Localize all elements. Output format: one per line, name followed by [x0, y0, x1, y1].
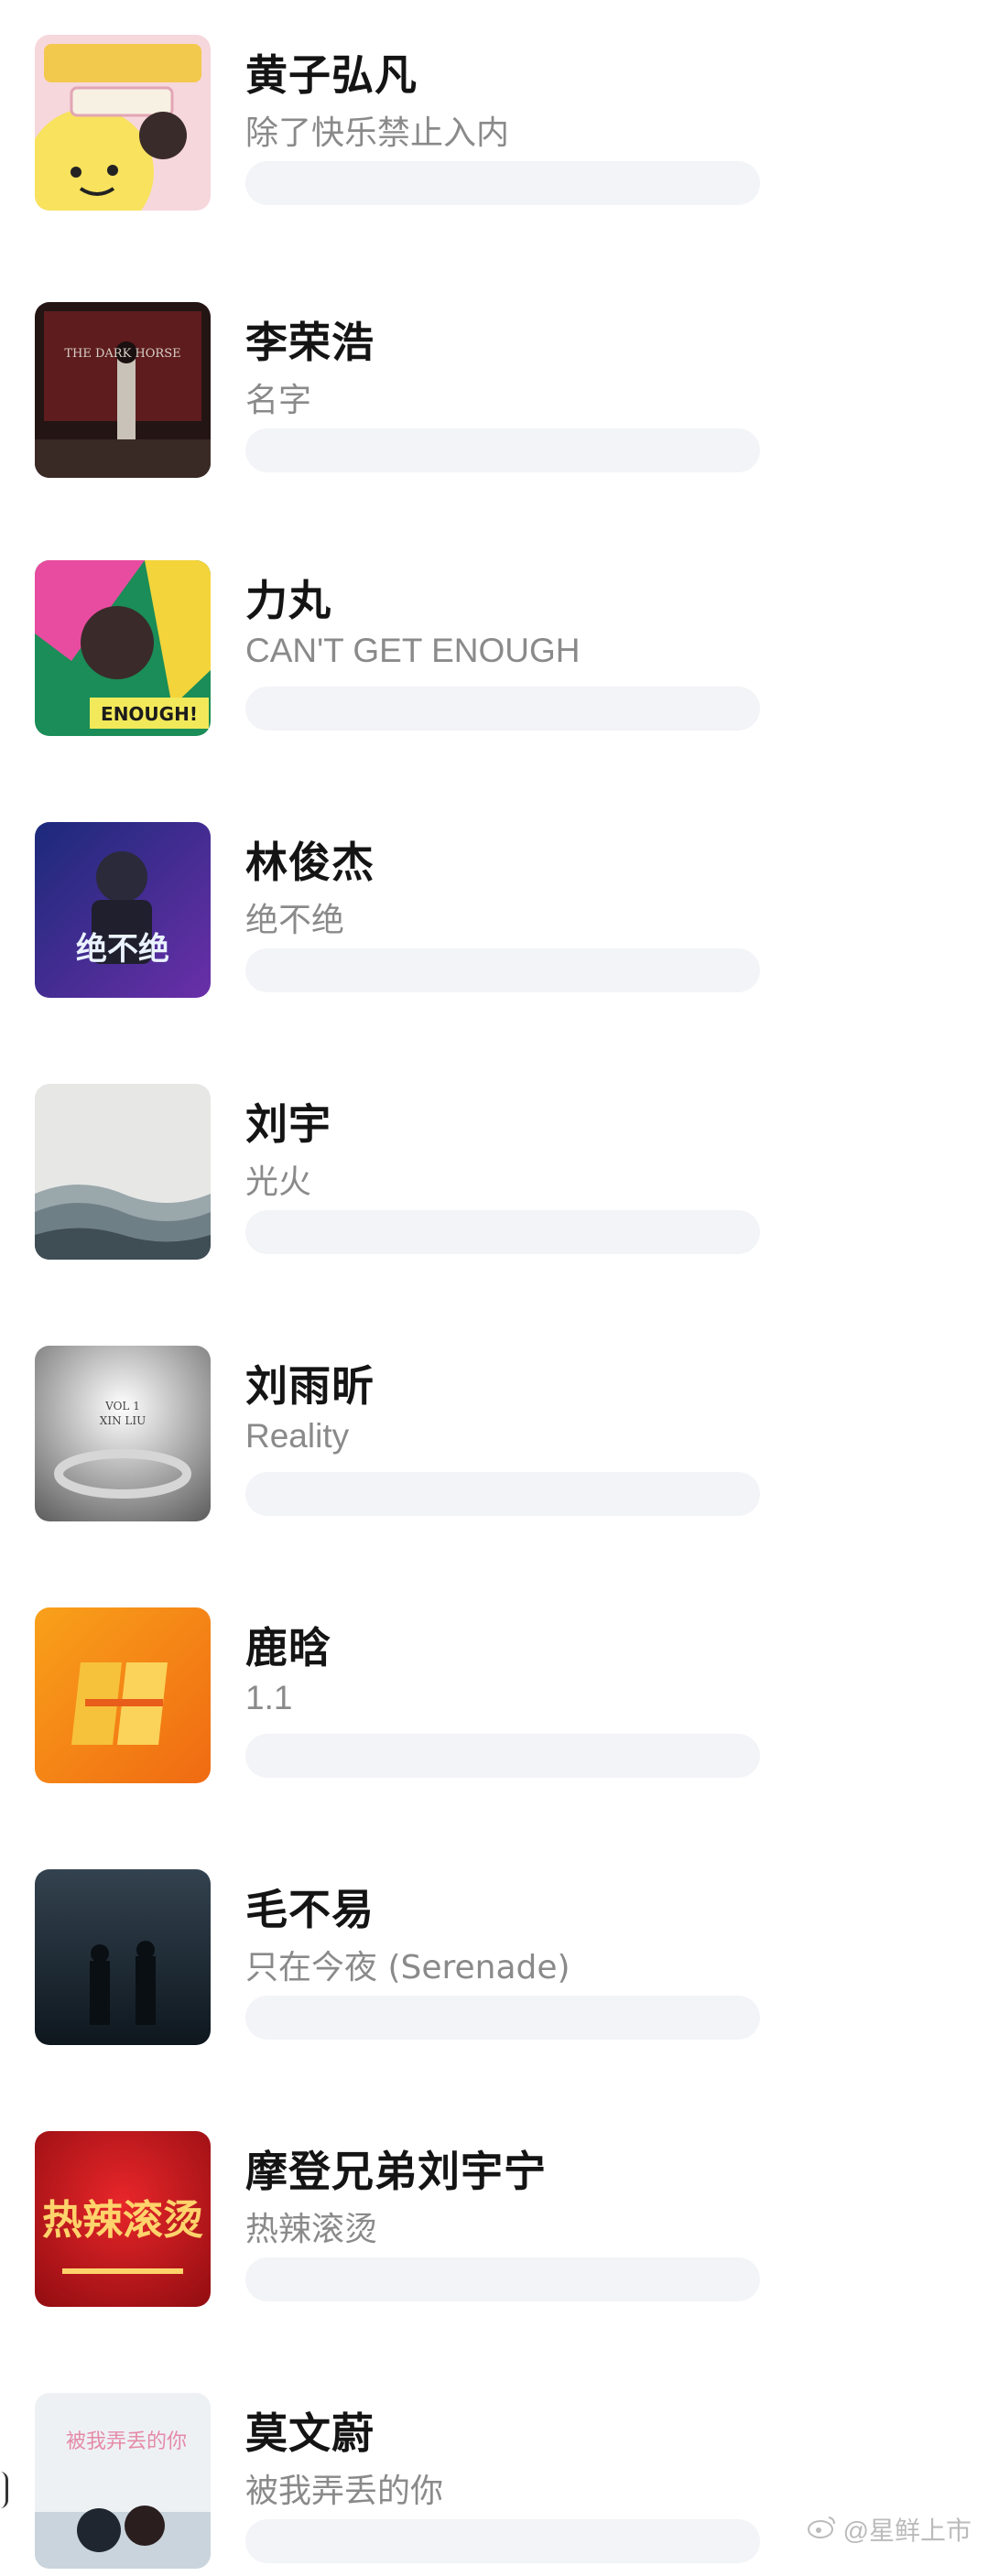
album-cover[interactable]: 绝不绝 — [35, 822, 211, 998]
progress-track — [245, 161, 760, 205]
artist-name: 林俊杰 — [245, 838, 375, 887]
song-title: Reality — [245, 1417, 350, 1455]
album-cover[interactable] — [35, 35, 211, 211]
progress-track — [245, 948, 760, 992]
artist-name: 刘雨昕 — [245, 1361, 375, 1411]
svg-text:THE DARK HORSE: THE DARK HORSE — [64, 347, 180, 361]
artist-name: 鹿晗 — [245, 1623, 331, 1672]
album-cover[interactable] — [35, 1869, 211, 2045]
progress-track — [245, 1734, 760, 1778]
list-item[interactable]: 热辣滚烫 摩登兄弟刘宇宁 热辣滚烫 — [0, 2131, 988, 2314]
song-title: 名字 — [245, 382, 312, 419]
progress-track — [245, 428, 760, 472]
list-item[interactable]: 黄子弘凡 除了快乐禁止入内 — [0, 35, 988, 218]
list-item[interactable]: 鹿晗 1.1 — [0, 1607, 988, 1791]
progress-track — [245, 2519, 760, 2563]
weibo-icon — [807, 2514, 838, 2546]
list-item[interactable]: 毛不易 只在今夜 (Serenade) — [0, 1869, 988, 2052]
svg-text:ENOUGH!: ENOUGH! — [101, 703, 198, 725]
list-item[interactable]: 刘宇 光火 — [0, 1084, 988, 1267]
progress-track — [245, 2257, 760, 2301]
song-title: 1.1 — [245, 1679, 293, 1716]
artist-name: 刘宇 — [245, 1099, 331, 1149]
album-cover[interactable]: ENOUGH! — [35, 560, 211, 736]
song-title: 光火 — [245, 1164, 312, 1201]
artist-name: 黄子弘凡 — [245, 50, 418, 100]
svg-text:绝不绝: 绝不绝 — [76, 931, 169, 968]
album-cover[interactable]: 被我弄丢的你 — [35, 2393, 211, 2569]
progress-track — [245, 1210, 760, 1254]
list-item[interactable]: THE DARK HORSE 李荣浩 名字 — [0, 302, 988, 485]
list-item[interactable]: 被我弄丢的你 莫文蔚 被我弄丢的你 — [0, 2393, 988, 2576]
artist-name: 力丸 — [245, 576, 331, 625]
song-title: CAN'T GET ENOUGH — [245, 632, 581, 669]
album-cover[interactable] — [35, 1084, 211, 1260]
progress-track — [245, 1472, 760, 1516]
song-title: 绝不绝 — [245, 902, 345, 939]
list-item[interactable]: 绝不绝 林俊杰 绝不绝 — [0, 822, 988, 1005]
svg-text:被我弄丢的你: 被我弄丢的你 — [66, 2430, 187, 2453]
song-title: 只在今夜 (Serenade) — [245, 1949, 570, 1986]
artist-name: 摩登兄弟刘宇宁 — [245, 2147, 547, 2196]
watermark-text: @星鲜上市 — [842, 2516, 972, 2545]
song-title: 被我弄丢的你 — [245, 2473, 444, 2510]
artist-name: 莫文蔚 — [245, 2408, 375, 2458]
list-item[interactable]: ENOUGH! 力丸 CAN'T GET ENOUGH — [0, 560, 988, 743]
progress-track — [245, 687, 760, 731]
album-cover[interactable]: 热辣滚烫 — [35, 2131, 211, 2307]
album-cover[interactable] — [35, 1607, 211, 1783]
svg-text:XIN LIU: XIN LIU — [100, 1414, 146, 1427]
album-cover[interactable]: THE DARK HORSE — [35, 302, 211, 478]
svg-text:热辣滚烫: 热辣滚烫 — [42, 2197, 203, 2244]
song-title: 除了快乐禁止入内 — [245, 114, 510, 152]
list-item[interactable]: VOL 1 XIN LIU 刘雨昕 Reality — [0, 1346, 988, 1529]
edge-indicator — [0, 2472, 8, 2508]
song-title: 热辣滚烫 — [245, 2211, 378, 2248]
artist-name: 毛不易 — [245, 1885, 375, 1934]
artist-name: 李荣浩 — [245, 318, 375, 367]
svg-text:VOL 1: VOL 1 — [104, 1400, 140, 1412]
watermark: @星鲜上市 — [807, 2511, 972, 2548]
album-cover[interactable]: VOL 1 XIN LIU — [35, 1346, 211, 1521]
progress-track — [245, 1996, 760, 2040]
